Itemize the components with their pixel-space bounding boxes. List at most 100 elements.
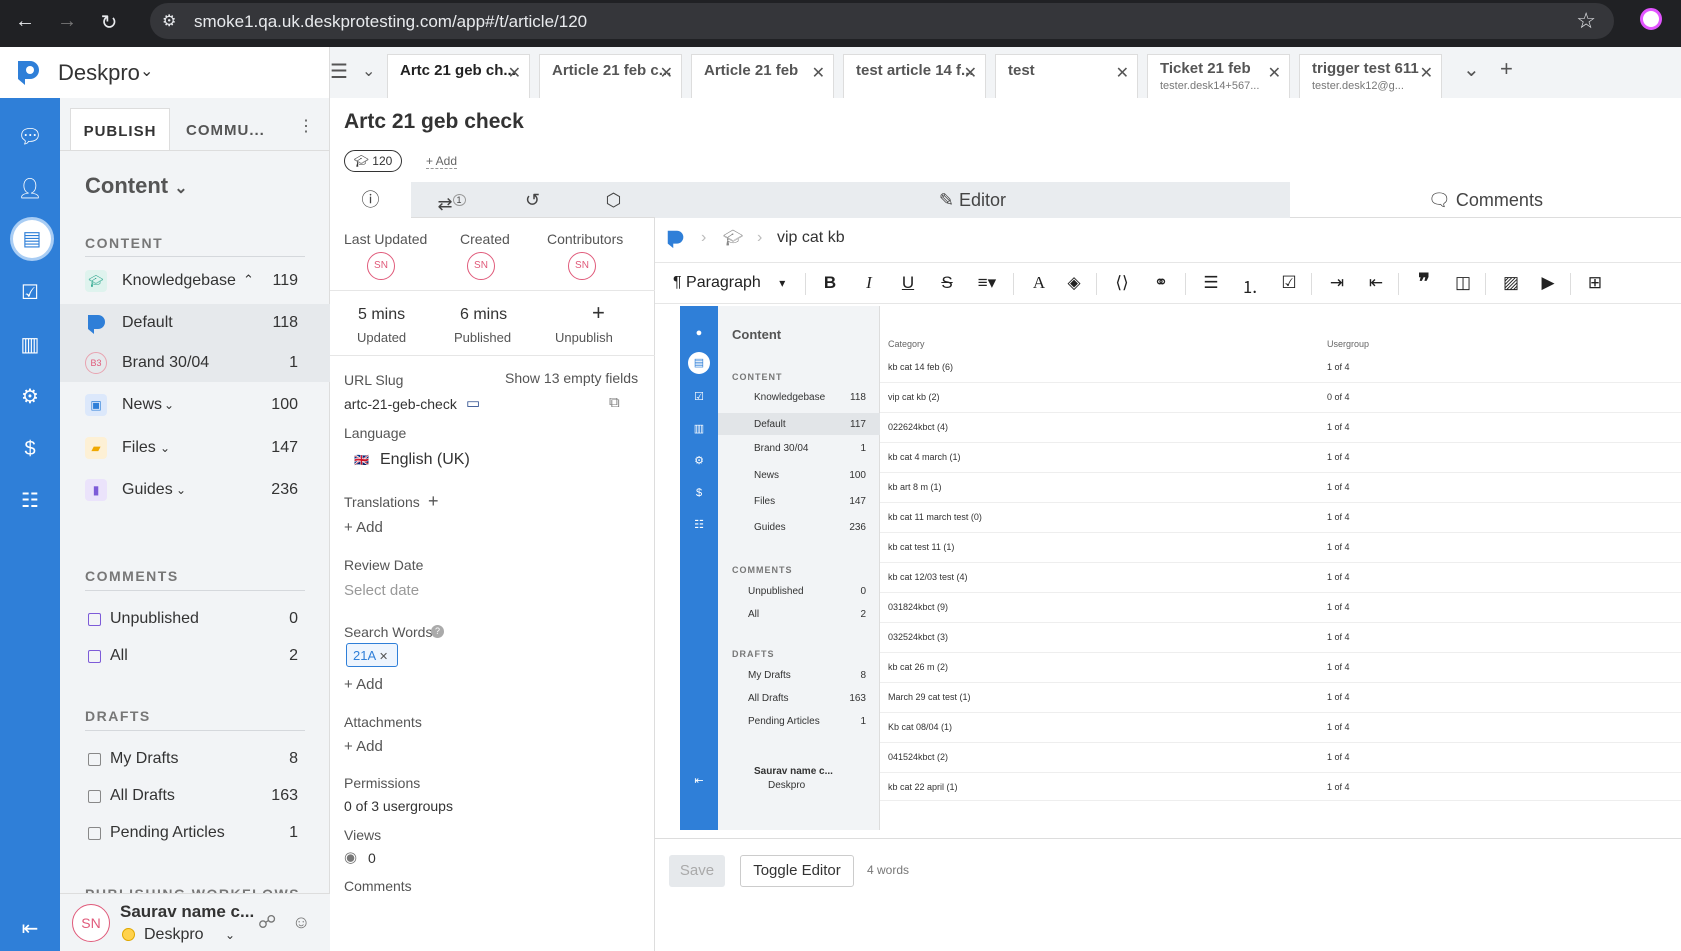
toggle-editor-button[interactable]: Toggle Editor bbox=[740, 855, 854, 887]
forward-icon[interactable]: → bbox=[54, 10, 80, 33]
snippet-icon[interactable]: ◫ bbox=[1450, 273, 1476, 293]
database-icon[interactable]: ☷ bbox=[17, 488, 43, 514]
sidebar-item-default[interactable]: Default 118 bbox=[60, 304, 330, 344]
chevron-up-icon[interactable]: ⌃ bbox=[243, 272, 254, 288]
bookmark-star-icon[interactable]: ☆ bbox=[1576, 8, 1596, 34]
knowledgebase-icon[interactable]: ▤ bbox=[13, 220, 51, 258]
numbered-list-icon[interactable]: ⒈ bbox=[1237, 273, 1263, 298]
breadcrumb-category[interactable]: vip cat kb bbox=[777, 229, 845, 247]
sidebar-item-news[interactable]: ▣ News ⌄ 100 bbox=[60, 386, 330, 424]
search-word-tag[interactable]: 21A ✕ bbox=[346, 643, 398, 667]
add-attachment-button[interactable]: + Add bbox=[344, 738, 383, 755]
close-icon[interactable]: ✕ bbox=[1268, 63, 1281, 83]
extension-icon[interactable] bbox=[1640, 8, 1662, 30]
highlight-icon[interactable]: ◈ bbox=[1061, 273, 1087, 293]
paragraph-select[interactable]: ¶ Paragraph ▾ bbox=[673, 274, 785, 292]
chevron-down-icon[interactable]: ⌄ bbox=[164, 398, 174, 412]
close-icon[interactable]: ✕ bbox=[1420, 63, 1433, 83]
review-date-input[interactable]: Select date bbox=[344, 582, 419, 599]
align-icon[interactable]: ≡▾ bbox=[974, 273, 1000, 293]
chevron-down-icon[interactable]: ⌄ bbox=[1463, 57, 1480, 82]
tab-article[interactable]: Article 21 feb ✕ bbox=[691, 54, 834, 98]
current-user[interactable]: SN Saurav name c... Deskpro ⌄ ☍ ☺ bbox=[60, 893, 330, 951]
url-text[interactable]: smoke1.qa.uk.deskprotesting.com/app#/t/a… bbox=[194, 12, 587, 32]
close-icon[interactable]: ✕ bbox=[1116, 63, 1129, 83]
video-icon[interactable]: ▶ bbox=[1535, 273, 1561, 293]
tab-comments[interactable]: 🗨︎ Comments bbox=[1290, 182, 1681, 218]
info-icon[interactable]: ⓘ bbox=[330, 182, 411, 218]
chevron-down-icon[interactable]: ⌄ bbox=[225, 928, 235, 942]
chevron-down-icon[interactable]: ⌄ bbox=[160, 441, 170, 455]
help-icon[interactable]: ? bbox=[431, 625, 444, 638]
table-icon[interactable]: ⊞ bbox=[1582, 273, 1608, 293]
plus-icon[interactable]: + bbox=[1500, 56, 1513, 82]
sidebar-item-knowledgebase[interactable]: 🎓︎ Knowledgebase ⌃ 119 bbox=[60, 262, 330, 300]
sidebar-item-files[interactable]: ▰ Files ⌄ 147 bbox=[60, 429, 330, 467]
sidebar-item-all-comments[interactable]: All 2 bbox=[60, 637, 330, 675]
tab-article[interactable]: Article 21 feb c... ✕ bbox=[539, 54, 682, 98]
tab-editor[interactable]: ✎ Editor bbox=[655, 182, 1290, 218]
collapse-icon[interactable]: ⇤ bbox=[17, 916, 43, 942]
deskpro-brand-icon[interactable] bbox=[665, 228, 687, 250]
copy-icon[interactable]: ⧉ bbox=[609, 394, 620, 411]
package-icon[interactable]: ⬡ bbox=[573, 182, 654, 218]
billing-icon[interactable]: $ bbox=[17, 436, 43, 462]
save-button[interactable]: Save bbox=[669, 855, 725, 887]
sidebar-item-all-drafts[interactable]: All Drafts 163 bbox=[60, 777, 330, 815]
link-icon[interactable]: ⚭ bbox=[1148, 273, 1174, 293]
outdent-icon[interactable]: ⇤ bbox=[1363, 273, 1389, 293]
browser-icon[interactable]: ▭ bbox=[466, 394, 480, 412]
bullet-list-icon[interactable]: ☰ bbox=[1198, 273, 1224, 293]
tasks-icon[interactable]: ☑ bbox=[17, 280, 43, 306]
close-icon[interactable]: ✕ bbox=[660, 63, 673, 83]
revisions-icon[interactable]: ⇄ 1 bbox=[411, 182, 492, 218]
checklist-icon[interactable]: ☑ bbox=[1276, 273, 1302, 293]
tab-ticket[interactable]: trigger test 611 tester.desk12@g... ✕ bbox=[1299, 54, 1442, 98]
image-icon[interactable]: ▨ bbox=[1498, 273, 1524, 293]
url-slug-value[interactable]: artc-21-geb-check bbox=[344, 396, 457, 412]
user-icon[interactable]: 👤︎ bbox=[17, 176, 43, 202]
plus-icon[interactable]: + bbox=[428, 491, 439, 512]
reload-icon[interactable]: ↻ bbox=[96, 10, 122, 35]
graduation-cap-icon[interactable]: 🎓︎ bbox=[723, 228, 743, 248]
unpublish-icon[interactable]: + bbox=[592, 300, 605, 326]
tab-publish[interactable]: PUBLISH bbox=[70, 108, 170, 150]
tab-ticket[interactable]: Ticket 21 feb tester.desk14+567... ✕ bbox=[1147, 54, 1290, 98]
status-toggle-icon[interactable]: ☍ bbox=[258, 912, 276, 933]
add-label-button[interactable]: + Add bbox=[426, 154, 458, 169]
close-icon[interactable]: ✕ bbox=[964, 63, 977, 83]
italic-icon[interactable]: I bbox=[856, 273, 882, 293]
blockquote-icon[interactable]: ❞ bbox=[1411, 269, 1437, 295]
indent-icon[interactable]: ⇥ bbox=[1324, 273, 1350, 293]
chat-icon[interactable]: 💬︎ bbox=[17, 124, 43, 150]
close-icon[interactable]: ✕ bbox=[379, 651, 388, 663]
close-icon[interactable]: ✕ bbox=[508, 63, 521, 83]
chevron-down-icon[interactable]: ⌄ bbox=[176, 483, 186, 497]
site-info-icon[interactable]: ⚙ bbox=[162, 11, 176, 31]
text-color-icon[interactable]: A bbox=[1026, 273, 1052, 293]
tab-community[interactable]: COMMU... bbox=[186, 108, 286, 150]
back-icon[interactable]: ← bbox=[12, 10, 38, 33]
sidebar-item-brand[interactable]: B3 Brand 30/04 1 bbox=[60, 344, 330, 382]
close-icon[interactable]: ✕ bbox=[812, 63, 825, 83]
reports-icon[interactable]: ▥ bbox=[17, 332, 43, 358]
content-title[interactable]: Content ⌄ bbox=[85, 173, 188, 199]
permissions-value[interactable]: 0 of 3 usergroups bbox=[344, 798, 453, 814]
sidebar-item-unpublished[interactable]: Unpublished 0 bbox=[60, 600, 330, 638]
underline-icon[interactable]: U bbox=[895, 273, 921, 293]
list-icon[interactable]: ☰ bbox=[324, 59, 354, 84]
add-search-word-button[interactable]: + Add bbox=[344, 676, 383, 693]
strikethrough-icon[interactable]: S bbox=[934, 273, 960, 293]
sidebar-item-guides[interactable]: ▮ Guides ⌄ 236 bbox=[60, 471, 330, 509]
more-options-icon[interactable]: ⋮ bbox=[298, 116, 314, 136]
sidebar-item-my-drafts[interactable]: My Drafts 8 bbox=[60, 740, 330, 778]
address-bar[interactable]: ⚙ smoke1.qa.uk.deskprotesting.com/app#/t… bbox=[150, 3, 1614, 39]
brand-switcher[interactable]: Deskpro ⌄ bbox=[0, 47, 330, 98]
tab-article-120[interactable]: Artc 21 geb ch... ✕ bbox=[387, 54, 530, 98]
chevron-down-icon[interactable]: ⌄ bbox=[140, 61, 153, 81]
bold-icon[interactable]: B bbox=[817, 273, 843, 293]
unpublish-button[interactable]: Unpublish bbox=[555, 330, 613, 345]
sidebar-item-pending-articles[interactable]: Pending Articles 1 bbox=[60, 814, 330, 852]
tab-article[interactable]: test ✕ bbox=[995, 54, 1138, 98]
language-value[interactable]: English (UK) bbox=[380, 451, 470, 469]
